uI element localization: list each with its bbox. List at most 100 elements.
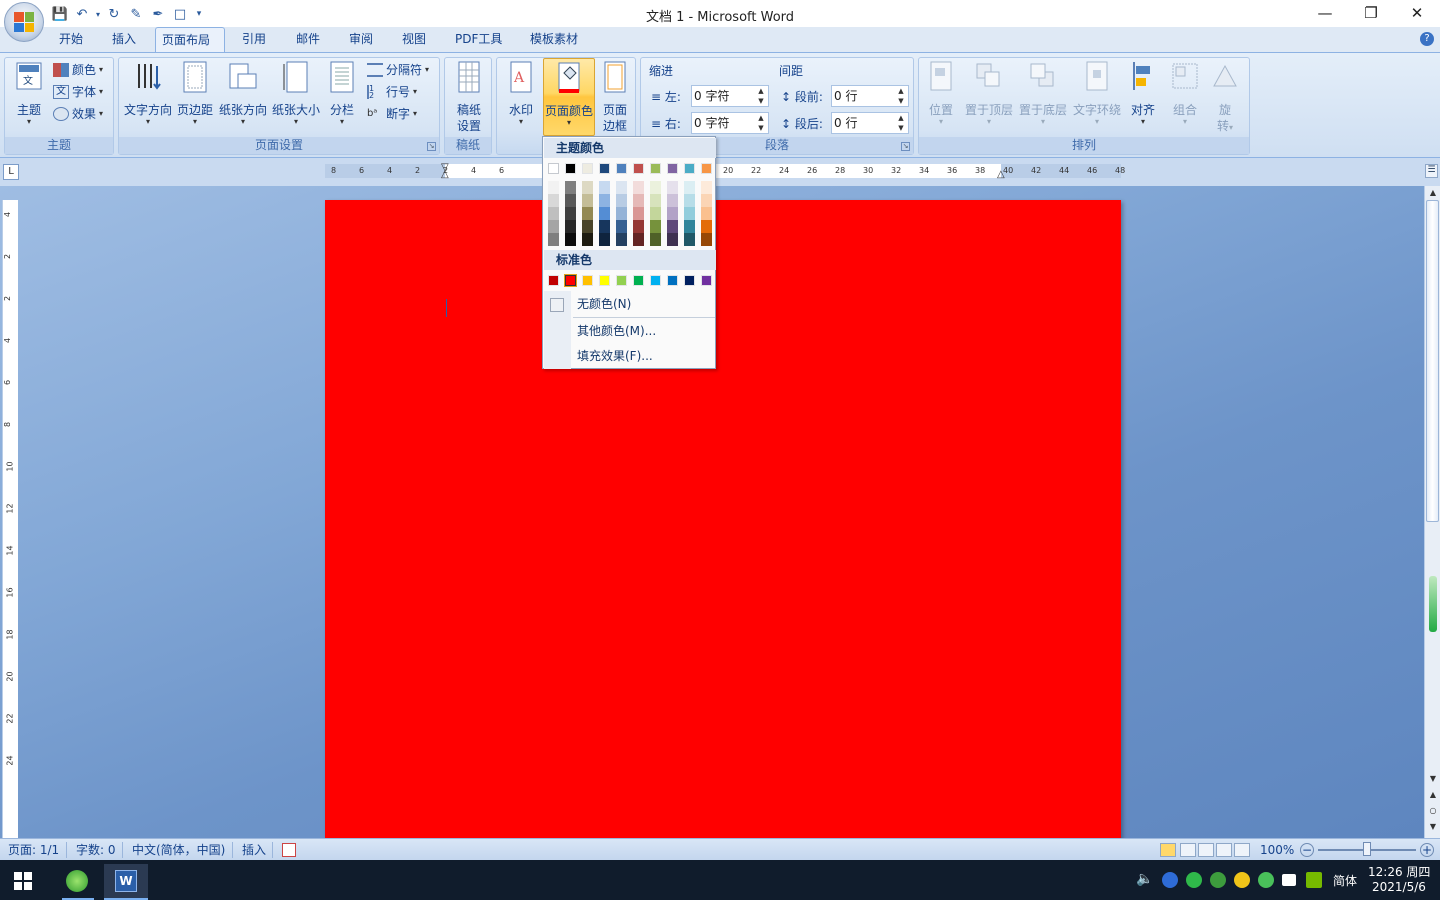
indent-marker-icon[interactable]: ▽ △ bbox=[441, 163, 449, 180]
nvidia-icon[interactable] bbox=[1306, 872, 1322, 888]
theme-shade-swatch[interactable] bbox=[582, 233, 593, 246]
previous-page-icon[interactable]: ▲ bbox=[1425, 788, 1440, 802]
theme-color-swatch[interactable] bbox=[684, 163, 695, 174]
macro-record-icon[interactable] bbox=[282, 843, 296, 857]
columns-button[interactable]: 分栏 ▾ bbox=[324, 60, 360, 126]
dialog-launcher-icon[interactable]: ↘ bbox=[427, 142, 436, 151]
theme-shade-swatch[interactable] bbox=[616, 181, 627, 194]
theme-shade-swatch[interactable] bbox=[616, 220, 627, 233]
position-button[interactable]: 位置 ▾ bbox=[923, 60, 959, 126]
theme-shade-swatch[interactable] bbox=[582, 181, 593, 194]
group-button[interactable]: 组合 ▾ bbox=[1165, 60, 1205, 126]
theme-color-swatch[interactable] bbox=[701, 163, 712, 174]
close-button[interactable]: ✕ bbox=[1394, 0, 1440, 26]
spinner-arrows-icon[interactable]: ▲ ▼ bbox=[754, 86, 768, 106]
theme-shade-swatch[interactable] bbox=[599, 194, 610, 207]
theme-shade-swatch[interactable] bbox=[565, 233, 576, 246]
margins-button[interactable]: 页边距 ▾ bbox=[174, 60, 216, 126]
scroll-up-icon[interactable]: ▲ bbox=[1425, 186, 1440, 200]
theme-color-swatch[interactable] bbox=[565, 163, 576, 174]
standard-color-swatch[interactable] bbox=[667, 275, 678, 286]
restore-button[interactable]: ❐ bbox=[1348, 0, 1394, 26]
theme-shade-swatch[interactable] bbox=[701, 207, 712, 220]
theme-shade-swatch[interactable] bbox=[650, 194, 661, 207]
line-numbers-button[interactable]: 12 行号 ▾ bbox=[367, 82, 417, 102]
theme-shade-swatch[interactable] bbox=[650, 220, 661, 233]
security-shield-icon[interactable] bbox=[1162, 872, 1178, 888]
theme-shade-swatch[interactable] bbox=[616, 207, 627, 220]
theme-shade-swatch[interactable] bbox=[548, 220, 559, 233]
tab-mailings[interactable]: 邮件 bbox=[290, 27, 326, 52]
view-ruler-icon[interactable]: ☰ bbox=[1425, 164, 1438, 178]
theme-shade-swatch[interactable] bbox=[684, 220, 695, 233]
help-icon[interactable]: ? bbox=[1420, 32, 1434, 46]
watermark-button[interactable]: A 水印 ▾ bbox=[503, 60, 539, 126]
minimize-button[interactable]: — bbox=[1302, 0, 1348, 26]
theme-shade-swatch[interactable] bbox=[548, 181, 559, 194]
no-color-item[interactable]: 无颜色(N) bbox=[544, 292, 716, 316]
theme-shade-swatch[interactable] bbox=[667, 181, 678, 194]
standard-color-swatch[interactable] bbox=[633, 275, 644, 286]
theme-color-swatch[interactable] bbox=[616, 163, 627, 174]
size-button[interactable]: 纸张大小 ▾ bbox=[270, 60, 322, 126]
theme-shade-swatch[interactable] bbox=[684, 181, 695, 194]
theme-shade-swatch[interactable] bbox=[667, 194, 678, 207]
horizontal-ruler[interactable]: 8 6 4 2 2 4 6 20 22 24 26 28 30 32 34 36 38 40 42 44 46 48 ▽ △… bbox=[325, 163, 1125, 180]
more-colors-item[interactable]: 其他颜色(M)... bbox=[544, 319, 716, 343]
page-color-button[interactable]: 页面颜色 ▾ bbox=[543, 58, 595, 136]
theme-shade-swatch[interactable] bbox=[599, 233, 610, 246]
theme-shade-swatch[interactable] bbox=[582, 220, 593, 233]
theme-shade-swatch[interactable] bbox=[548, 207, 559, 220]
insert-mode[interactable]: 插入 bbox=[242, 842, 266, 858]
theme-shade-swatch[interactable] bbox=[701, 233, 712, 246]
word-taskbar-icon[interactable]: W bbox=[104, 864, 148, 900]
theme-shade-swatch[interactable] bbox=[633, 181, 644, 194]
language-indicator[interactable]: 中文(简体，中国) bbox=[132, 842, 225, 858]
print-layout-view-icon[interactable] bbox=[1160, 843, 1176, 857]
zoom-slider-thumb[interactable] bbox=[1363, 842, 1371, 856]
theme-shade-swatch[interactable] bbox=[667, 207, 678, 220]
theme-shade-swatch[interactable] bbox=[650, 233, 661, 246]
hyphenation-button[interactable]: bᵃ 断字 ▾ bbox=[367, 104, 417, 124]
clock-time[interactable]: 12:26 周四 bbox=[1368, 863, 1430, 880]
clock-date[interactable]: 2021/5/6 bbox=[1372, 880, 1426, 894]
theme-shade-swatch[interactable] bbox=[565, 181, 576, 194]
tab-review[interactable]: 审阅 bbox=[343, 27, 379, 52]
spacing-before-input[interactable]: 0 行 ▲ ▼ bbox=[831, 85, 909, 107]
tab-insert[interactable]: 插入 bbox=[106, 27, 142, 52]
text-wrap-button[interactable]: 文字环绕 ▾ bbox=[1071, 60, 1123, 126]
theme-shade-swatch[interactable] bbox=[616, 194, 627, 207]
spacing-after-input[interactable]: 0 行 ▲ ▼ bbox=[831, 112, 909, 134]
vertical-scrollbar[interactable]: ▲ ▼ ▲ ○ ▼ bbox=[1424, 186, 1440, 838]
standard-color-swatch[interactable] bbox=[701, 275, 712, 286]
theme-shade-swatch[interactable] bbox=[667, 233, 678, 246]
tab-home[interactable]: 开始 bbox=[53, 27, 89, 52]
theme-shade-swatch[interactable] bbox=[667, 220, 678, 233]
theme-shade-swatch[interactable] bbox=[684, 207, 695, 220]
fill-effects-item[interactable]: 填充效果(F)... bbox=[544, 344, 716, 368]
spinner-arrows-icon[interactable]: ▲ ▼ bbox=[754, 113, 768, 133]
wechat-icon[interactable] bbox=[1186, 872, 1202, 888]
right-indent-marker-icon[interactable]: △ bbox=[997, 169, 1005, 180]
themes-button[interactable]: 文 主题 ▾ bbox=[9, 60, 49, 126]
zoom-in-icon[interactable]: + bbox=[1420, 843, 1434, 857]
theme-shade-swatch[interactable] bbox=[633, 220, 644, 233]
zoom-level[interactable]: 100% bbox=[1260, 842, 1294, 858]
align-button[interactable]: 对齐 ▾ bbox=[1125, 60, 1161, 126]
full-screen-reading-view-icon[interactable] bbox=[1180, 843, 1196, 857]
standard-color-swatch[interactable] bbox=[582, 275, 593, 286]
standard-color-swatch[interactable] bbox=[564, 274, 577, 287]
theme-shade-swatch[interactable] bbox=[633, 207, 644, 220]
plus-app-icon[interactable] bbox=[1234, 872, 1250, 888]
standard-color-swatch[interactable] bbox=[548, 275, 559, 286]
theme-color-swatch[interactable] bbox=[582, 163, 593, 174]
tab-page-layout[interactable]: 页面布局 bbox=[155, 27, 225, 52]
browse-object-icon[interactable]: ○ bbox=[1425, 804, 1440, 818]
web-layout-view-icon[interactable] bbox=[1198, 843, 1214, 857]
ime-indicator[interactable]: 简体 bbox=[1333, 872, 1357, 889]
standard-color-swatch[interactable] bbox=[650, 275, 661, 286]
office-button[interactable] bbox=[4, 2, 44, 42]
theme-color-swatch[interactable] bbox=[667, 163, 678, 174]
vertical-ruler[interactable]: 4 2 2 4 6 8 10 12 14 16 18 20 22 24 bbox=[2, 200, 18, 838]
spinner-arrows-icon[interactable]: ▲ ▼ bbox=[894, 86, 908, 106]
